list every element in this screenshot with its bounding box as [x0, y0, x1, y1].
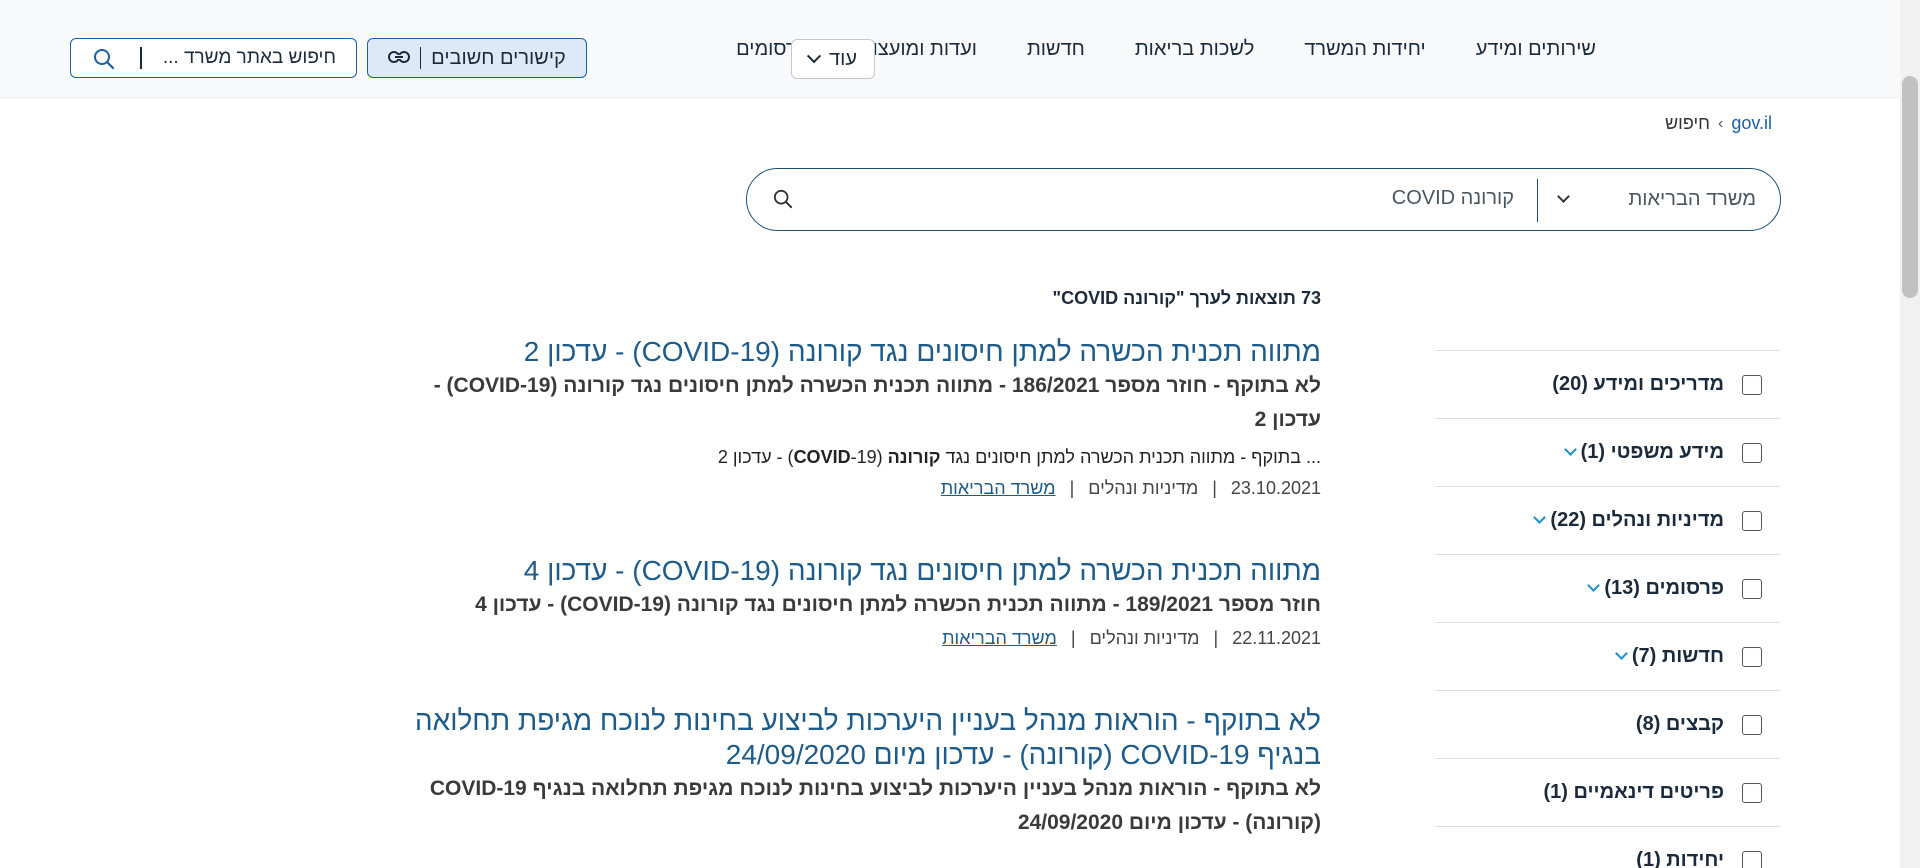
snippet-highlight: COVID: [793, 447, 851, 467]
chevron-down-icon[interactable]: [1533, 511, 1547, 524]
nav-news[interactable]: חדשות: [1027, 38, 1085, 61]
nav-office-units[interactable]: יחידות המשרד: [1304, 38, 1425, 61]
page-scrollbar[interactable]: [1900, 0, 1920, 868]
filter-policies[interactable]: מדיניות ונהלים (22): [1435, 487, 1780, 555]
result-meta: 22.11.2021 | מדיניות ונהלים | משרד הבריא…: [381, 628, 1321, 649]
result-title-link[interactable]: מתווה תכנית הכשרה למתן חיסונים נגד קורונ…: [381, 335, 1321, 369]
breadcrumb-separator: ›: [1717, 114, 1724, 132]
filter-units[interactable]: יחידות (1): [1435, 827, 1780, 868]
checkbox[interactable]: [1742, 714, 1762, 735]
search-scope-select[interactable]: משרד הבריאות: [1628, 188, 1756, 211]
meta-separator: |: [1069, 478, 1075, 498]
more-menu-button[interactable]: עוד: [791, 39, 875, 79]
filter-panel: מדריכים ומידע (20) מידע משפטי (1) מדיניו…: [1435, 350, 1780, 868]
chevron-down-icon[interactable]: [1614, 647, 1628, 660]
checkbox[interactable]: [1742, 578, 1762, 599]
search-query-input[interactable]: קורונה COVID: [1392, 187, 1514, 210]
meta-separator: |: [1212, 478, 1217, 498]
result-item: מתווה תכנית הכשרה למתן חיסונים נגד קורונ…: [381, 335, 1321, 499]
text-cursor: [140, 47, 142, 69]
result-org-link[interactable]: משרד הבריאות: [941, 478, 1056, 499]
result-title-link[interactable]: לא בתוקף - הוראות מנהל בעניין היערכות לב…: [381, 704, 1321, 772]
checkbox[interactable]: [1742, 442, 1762, 463]
nav-committees[interactable]: ועדות ומועצות: [859, 38, 977, 61]
breadcrumb-home-link[interactable]: gov.il: [1731, 113, 1772, 134]
site-search-box[interactable]: [70, 38, 357, 78]
result-date: 23.10.2021: [1230, 478, 1321, 498]
filter-publications[interactable]: פרסומים (13): [1435, 555, 1780, 623]
filter-label: מדריכים ומידע (20): [1552, 373, 1724, 395]
breadcrumb: gov.il › חיפוש: [1665, 113, 1772, 134]
result-subtitle: לא בתוקף - הוראות מנהל בעניין היערכות לב…: [429, 777, 1321, 834]
nav-services-info[interactable]: שירותים ומידע: [1476, 38, 1596, 61]
snippet-text: ... בתוקף - מתווה תכנית הכשרה למתן חיסונ…: [940, 447, 1321, 467]
nav-health-bureaus[interactable]: לשכות בריאות: [1135, 38, 1254, 61]
results-count: 73 תוצאות לערך "קורונה COVID": [1052, 288, 1321, 308]
result-title-link[interactable]: מתווה תכנית הכשרה למתן חיסונים נגד קורונ…: [381, 554, 1321, 588]
divider: [1537, 179, 1538, 222]
search-icon[interactable]: [773, 189, 793, 214]
search-icon[interactable]: [93, 48, 115, 75]
important-links-label: קישורים חשובים: [431, 46, 566, 69]
more-label: עוד: [829, 47, 857, 70]
filter-guides[interactable]: מדריכים ומידע (20): [1435, 351, 1780, 419]
chevron-down-icon: [806, 49, 822, 64]
filter-files[interactable]: קבצים (8): [1435, 691, 1780, 759]
checkbox[interactable]: [1742, 510, 1762, 531]
filter-label: מידע משפטי (1): [1580, 441, 1724, 463]
filter-legal[interactable]: מידע משפטי (1): [1435, 419, 1780, 487]
breadcrumb-current: חיפוש: [1665, 113, 1710, 133]
result-category: מדיניות ונהלים: [1089, 628, 1200, 648]
result-item: לא בתוקף - הוראות מנהל בעניין היערכות לב…: [381, 704, 1321, 840]
results-list: מתווה תכנית הכשרה למתן חיסונים נגד קורונ…: [381, 335, 1321, 868]
checkbox[interactable]: [1742, 782, 1762, 803]
filter-label: פרסומים (13): [1604, 577, 1724, 599]
result-date: 22.11.2021: [1232, 628, 1321, 648]
divider: [420, 47, 422, 69]
chevron-down-icon[interactable]: [1557, 190, 1570, 203]
filter-label: מדיניות ונהלים (22): [1550, 509, 1724, 531]
filter-label: קבצים (8): [1635, 713, 1724, 735]
link-icon: [388, 47, 411, 70]
checkbox[interactable]: [1742, 374, 1762, 395]
result-org-link[interactable]: משרד הבריאות: [942, 628, 1057, 649]
scrollbar-thumb[interactable]: [1902, 76, 1918, 298]
site-search-input[interactable]: [146, 47, 336, 69]
result-subtitle: חוזר מספר 189/2021 - מתווה תכנית הכשרה ל…: [475, 593, 1321, 616]
snippet-highlight: קורונה: [887, 447, 941, 467]
main-search-bar: משרד הבריאות קורונה COVID: [746, 168, 1781, 231]
filter-label: יחידות (1): [1636, 849, 1724, 868]
checkbox[interactable]: [1742, 646, 1762, 667]
filter-dynamic-items[interactable]: פריטים דינאמיים (1): [1435, 759, 1780, 827]
result-snippet: ... בתוקף - מתווה תכנית הכשרה למתן חיסונ…: [381, 442, 1321, 472]
snippet-text: (: [876, 447, 888, 467]
result-category: מדיניות ונהלים: [1088, 478, 1199, 498]
top-header: שירותים ומידע יחידות המשרד לשכות בריאות …: [0, 0, 1900, 98]
filter-label: פריטים דינאמיים (1): [1543, 781, 1724, 803]
result-meta: 23.10.2021 | מדיניות ונהלים | משרד הבריא…: [381, 478, 1321, 499]
checkbox[interactable]: [1742, 850, 1762, 868]
chevron-down-icon[interactable]: [1563, 443, 1577, 456]
result-subtitle: לא בתוקף - חוזר מספר 186/2021 - מתווה תכ…: [433, 374, 1321, 431]
important-links-button[interactable]: קישורים חשובים: [367, 38, 587, 78]
filter-news[interactable]: חדשות (7): [1435, 623, 1780, 691]
chevron-down-icon[interactable]: [1587, 579, 1601, 592]
meta-separator: |: [1213, 628, 1219, 648]
filter-label: חדשות (7): [1631, 645, 1724, 667]
meta-separator: |: [1070, 628, 1076, 648]
result-item: מתווה תכנית הכשרה למתן חיסונים נגד קורונ…: [381, 554, 1321, 649]
